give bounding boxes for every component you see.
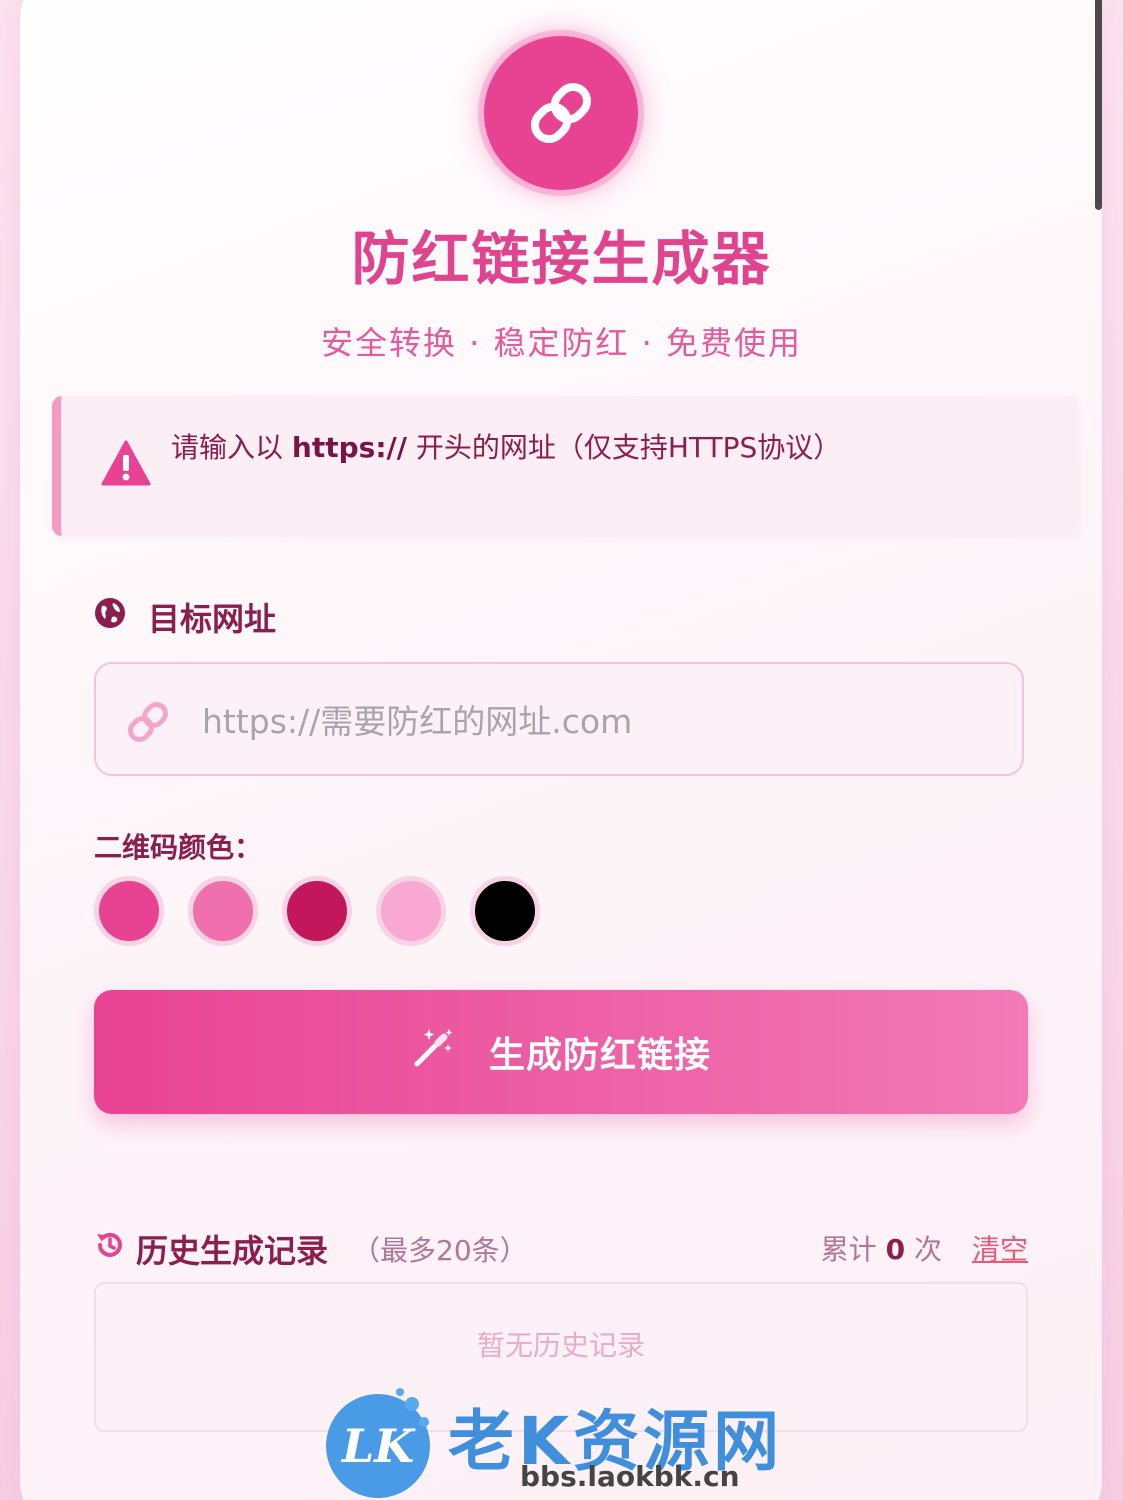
warning-icon: [101, 440, 151, 490]
magic-wand-icon: [411, 1026, 455, 1079]
link-logo-icon: [484, 36, 638, 190]
history-icon: [94, 1229, 126, 1269]
history-count-value: 0: [885, 1233, 906, 1266]
target-url-label: 目标网址: [94, 594, 276, 640]
page-title: 防红链接生成器: [351, 225, 772, 293]
history-limit-note: （最多20条）: [352, 1234, 528, 1267]
notice-prefix: 请输入以: [171, 431, 292, 464]
history-stats: 累计 0 次 清空: [821, 1228, 1028, 1268]
history-title-text: 历史生成记录: [136, 1232, 329, 1270]
clear-history-link[interactable]: 清空: [972, 1228, 1028, 1268]
globe-icon: [94, 597, 126, 637]
generate-button-label: 生成防红链接: [488, 1035, 711, 1076]
target-url-label-text: 目标网址: [148, 600, 277, 638]
link-icon: [126, 702, 170, 746]
scrollbar[interactable]: [1095, 0, 1102, 210]
color-swatch-black[interactable]: [470, 876, 540, 946]
https-notice: 请输入以 https:// 开头的网址（仅支持HTTPS协议）: [52, 396, 1079, 536]
qr-color-swatches: [94, 876, 540, 946]
qr-color-label: 二维码颜色：: [94, 831, 263, 864]
watermark-logo-text: LK: [340, 1419, 416, 1473]
color-swatch-crimson[interactable]: [282, 876, 352, 946]
history-count-prefix: 累计: [820, 1233, 877, 1266]
history-count-suffix: 次: [913, 1233, 942, 1266]
watermark-url: bbs.laokbk.cn: [520, 1460, 740, 1493]
url-input-box[interactable]: [94, 662, 1024, 776]
color-swatch-pink[interactable]: [94, 876, 164, 946]
notice-text: 请输入以 https:// 开头的网址（仅支持HTTPS协议）: [171, 426, 841, 466]
history-header: 历史生成记录 （最多20条） 累计 0 次 清空: [94, 1226, 1028, 1270]
history-count: 累计 0 次: [821, 1228, 942, 1268]
page-subtitle: 安全转换 · 稳定防红 · 免费使用: [320, 324, 803, 362]
notice-suffix: 开头的网址（仅支持HTTPS协议）: [406, 431, 842, 464]
history-title: 历史生成记录 （最多20条）: [94, 1226, 528, 1272]
color-swatch-pale-pink[interactable]: [376, 876, 446, 946]
url-input[interactable]: [200, 686, 1004, 756]
history-empty-text: 暂无历史记录: [476, 1329, 645, 1362]
watermark-logo: LK: [320, 1382, 440, 1500]
notice-protocol: https://: [291, 431, 407, 464]
color-swatch-light-pink[interactable]: [188, 876, 258, 946]
generate-button[interactable]: 生成防红链接: [94, 990, 1028, 1114]
